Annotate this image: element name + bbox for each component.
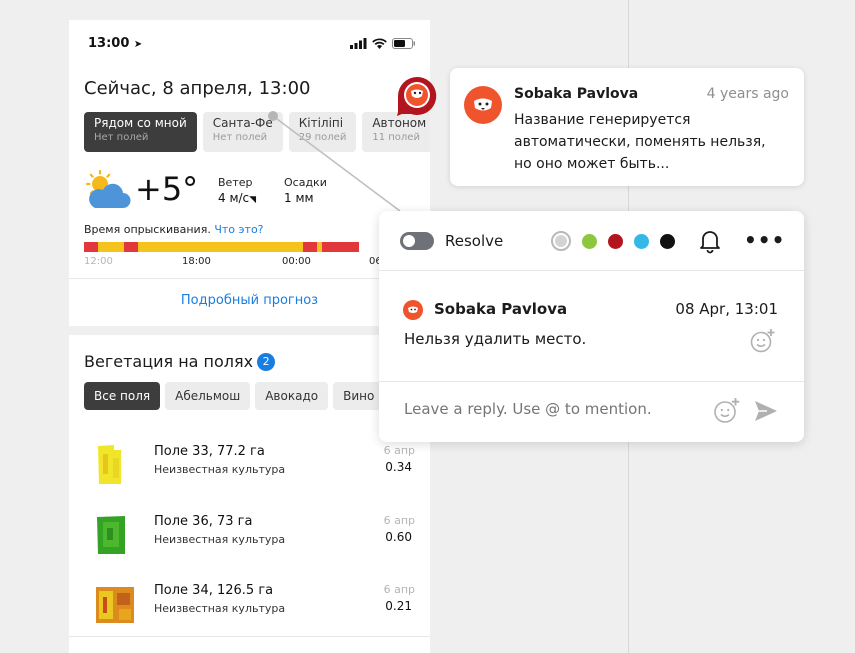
pin-anchor	[268, 111, 278, 121]
comment-thread: Resolve ••• Sobaka Pavlova 08 Apr, 13:01…	[379, 211, 804, 442]
preview-time: 4 years ago	[706, 86, 789, 102]
color-swatch[interactable]	[634, 233, 649, 249]
avatar	[464, 86, 502, 124]
thread-toolbar: Resolve •••	[379, 211, 804, 271]
more-options-icon[interactable]: •••	[744, 228, 785, 252]
comment-text: Нельзя удалить место.	[404, 330, 587, 348]
bell-icon[interactable]	[697, 228, 723, 254]
color-swatch[interactable]	[608, 233, 623, 249]
comment-preview[interactable]: Sobaka Pavlova 4 years ago Название гене…	[450, 68, 804, 186]
emoji-icon[interactable]	[713, 397, 741, 425]
color-swatch[interactable]	[660, 233, 675, 249]
color-swatches	[551, 231, 675, 251]
comment-time: 08 Apr, 13:01	[675, 300, 778, 318]
comment-pin-icon[interactable]	[395, 74, 439, 118]
color-swatch[interactable]	[582, 233, 597, 249]
preview-author: Sobaka Pavlova	[514, 86, 639, 102]
add-reaction-icon[interactable]	[750, 328, 776, 354]
send-icon[interactable]	[753, 399, 779, 423]
preview-text: Название генерируется автоматически, пом…	[514, 112, 766, 172]
resolve-label: Resolve	[445, 232, 504, 250]
color-swatch[interactable]	[551, 231, 571, 251]
avatar	[403, 300, 423, 320]
reply-input[interactable]	[404, 400, 694, 418]
resolve-toggle[interactable]	[400, 232, 434, 250]
divider	[379, 381, 804, 382]
comment-author: Sobaka Pavlova	[434, 300, 568, 318]
